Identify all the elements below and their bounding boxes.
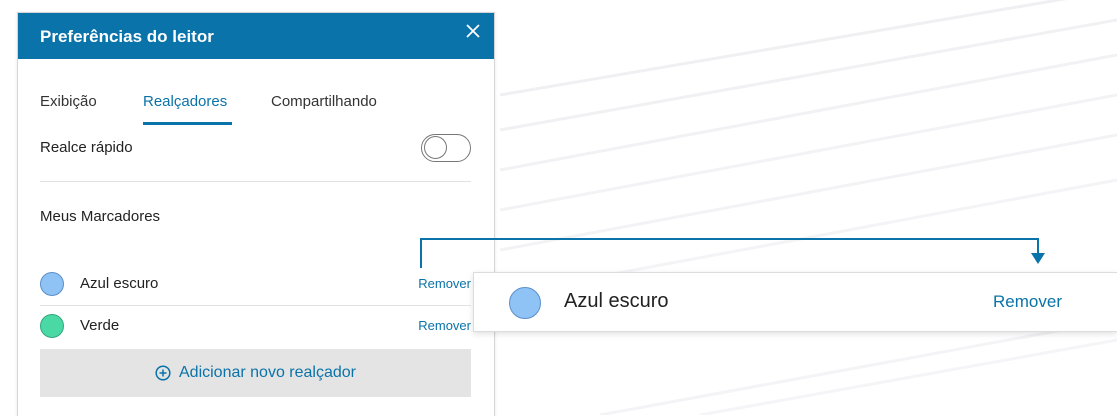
highlighter-row: Azul escuro Remover <box>40 263 471 306</box>
quick-highlight-label: Realce rápido <box>40 139 133 156</box>
highlighter-swatch <box>40 272 64 296</box>
add-highlighter-label: Adicionar novo realçador <box>179 364 356 381</box>
panel-title: Preferências do leitor <box>40 27 214 46</box>
zoomed-remove-button[interactable]: Remover <box>993 292 1062 312</box>
close-icon-glyph <box>466 24 480 38</box>
panel-header: Preferências do leitor <box>18 13 494 59</box>
close-icon[interactable] <box>462 20 484 42</box>
tab-realcadores[interactable]: Realçadores <box>143 93 227 110</box>
quick-highlight-toggle[interactable] <box>421 134 471 162</box>
zoomed-highlighter-row: Azul escuro Remover <box>473 272 1117 332</box>
quick-highlight-row: Realce rápido <box>40 129 471 182</box>
tabs: Exibição Realçadores Compartilhando <box>18 59 494 129</box>
highlighter-swatch <box>40 314 64 338</box>
tab-exibicao[interactable]: Exibição <box>40 93 97 110</box>
highlighter-name: Verde <box>80 317 120 334</box>
add-highlighter-button[interactable]: Adicionar novo realçador <box>40 349 471 397</box>
remove-highlighter-button[interactable]: Remover <box>418 276 471 291</box>
plus-circle-icon <box>155 365 171 381</box>
remove-highlighter-button[interactable]: Remover <box>418 318 471 333</box>
tab-compartilhando[interactable]: Compartilhando <box>271 93 377 110</box>
markers-section-title: Meus Marcadores <box>40 208 161 225</box>
toggle-knob <box>424 136 447 159</box>
highlighter-row: Verde Remover <box>40 305 471 347</box>
zoomed-highlighter-name: Azul escuro <box>564 290 669 312</box>
zoomed-highlighter-swatch <box>509 287 541 319</box>
active-tab-indicator <box>143 122 232 125</box>
reader-preferences-panel: Preferências do leitor Exibição Realçado… <box>17 12 495 416</box>
highlighter-name: Azul escuro <box>80 275 159 292</box>
